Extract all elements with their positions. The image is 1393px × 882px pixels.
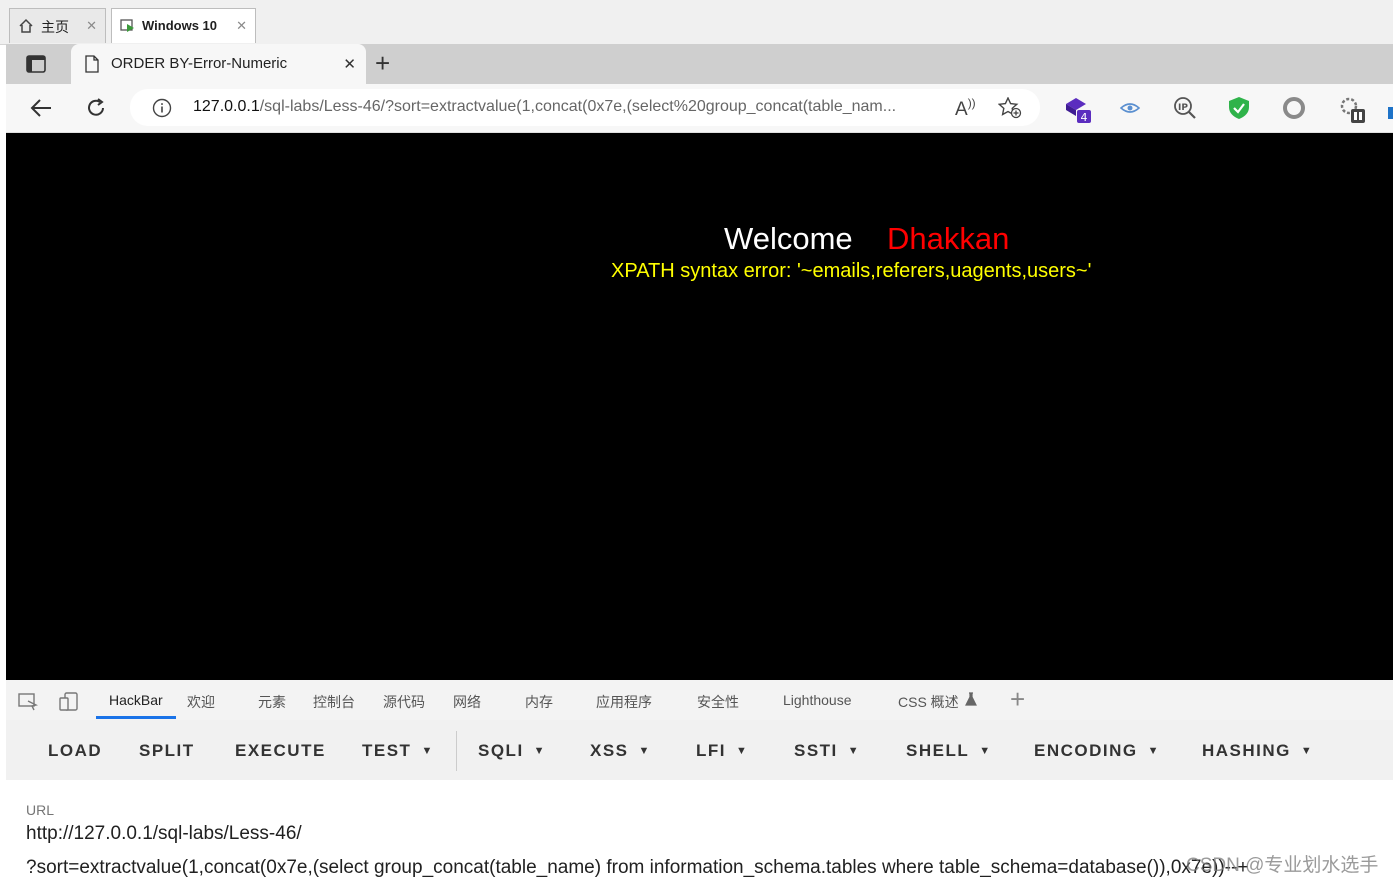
lfi-dropdown-label: LFI xyxy=(696,741,726,760)
caret-down-icon: ▼ xyxy=(979,745,992,757)
vm-tab-label: 主页 xyxy=(41,19,69,35)
eye-extension-icon[interactable] xyxy=(1120,100,1140,116)
vm-tab-label: Windows 10 xyxy=(142,18,218,33)
xss-dropdown[interactable]: XSS ▼ xyxy=(590,741,651,761)
browser-tab-bar: ORDER BY-Error-Numeric ✕ + xyxy=(6,44,1393,84)
url-text[interactable]: 127.0.0.1/sql-labs/Less-46/?sort=extract… xyxy=(193,98,896,116)
vm-tab-strip: 主页 ✕ Windows 10 ✕ xyxy=(0,0,1393,45)
address-bar[interactable]: 127.0.0.1/sql-labs/Less-46/?sort=extract… xyxy=(130,89,1040,126)
sqli-dropdown-label: SQLI xyxy=(478,741,524,760)
device-emulation-icon[interactable] xyxy=(59,692,79,712)
xss-dropdown-label: XSS xyxy=(590,741,629,760)
url-path: /sql-labs/Less-46/?sort=extractvalue(1,c… xyxy=(259,98,897,115)
favorite-add-icon[interactable] xyxy=(998,97,1022,119)
devtools-tab-elements[interactable]: 元素 xyxy=(258,692,286,712)
shell-dropdown-label: SHELL xyxy=(906,741,970,760)
extension-gear-icon[interactable] xyxy=(1339,96,1367,124)
split-button[interactable]: SPLIT xyxy=(139,741,195,761)
sqli-dropdown[interactable]: SQLI ▼ xyxy=(478,741,546,761)
new-tab-button[interactable]: + xyxy=(375,48,390,78)
caret-down-icon: ▼ xyxy=(638,745,651,757)
hashing-dropdown-label: HASHING xyxy=(1202,741,1291,760)
circle-extension-icon[interactable] xyxy=(1283,97,1305,119)
active-tab-indicator xyxy=(96,716,176,719)
page-icon xyxy=(85,55,99,73)
ip-label: IP xyxy=(1178,103,1188,113)
close-icon[interactable]: ✕ xyxy=(86,18,97,34)
flask-icon xyxy=(965,692,977,706)
add-tab-button[interactable]: + xyxy=(1010,684,1025,715)
devtools-tab-bar: HackBar 欢迎 元素 控制台 源代码 网络 内存 应用程序 安全性 Lig… xyxy=(6,680,1393,721)
toolbar-divider xyxy=(456,731,457,771)
watermark: CSDN @专业划水选手 xyxy=(1186,855,1379,876)
devtools-tab-lighthouse[interactable]: Lighthouse xyxy=(783,692,852,708)
devtools-tab-css-overview[interactable]: CSS 概述 xyxy=(898,692,959,712)
read-aloud-icon[interactable]: A)) xyxy=(955,96,976,121)
tab-title: ORDER BY-Error-Numeric xyxy=(111,55,288,72)
vm-icon xyxy=(120,19,134,32)
tab-order-by-error-numeric[interactable]: ORDER BY-Error-Numeric ✕ xyxy=(71,44,366,84)
vm-tab-windows10[interactable]: Windows 10 ✕ xyxy=(111,8,256,43)
devtools-tab-hackbar[interactable]: HackBar xyxy=(109,692,163,708)
shell-dropdown[interactable]: SHELL ▼ xyxy=(906,741,992,761)
devtools-tab-memory[interactable]: 内存 xyxy=(525,692,553,712)
encoding-dropdown[interactable]: ENCODING ▼ xyxy=(1034,741,1160,761)
back-arrow-icon[interactable] xyxy=(30,98,52,118)
caret-down-icon: ▼ xyxy=(533,745,547,757)
url-host: 127.0.0.1 xyxy=(193,98,260,115)
ssti-dropdown-label: SSTI xyxy=(794,741,838,760)
extension-badge: 4 xyxy=(1081,111,1088,124)
encoding-dropdown-label: ENCODING xyxy=(1034,741,1138,760)
page-content: Welcome Dhakkan XPATH syntax error: '~em… xyxy=(6,133,1393,680)
caret-down-icon: ▼ xyxy=(736,745,749,757)
address-row: 127.0.0.1/sql-labs/Less-46/?sort=extract… xyxy=(6,84,1393,133)
info-icon[interactable] xyxy=(152,98,172,118)
ssti-dropdown[interactable]: SSTI ▼ xyxy=(794,741,860,761)
hackbar-toolbar: LOAD SPLIT EXECUTE TEST ▼ SQLI ▼ XSS ▼ LFI ▼… xyxy=(6,720,1393,780)
close-icon[interactable]: ✕ xyxy=(236,18,247,34)
shield-check-icon[interactable] xyxy=(1228,96,1250,120)
inspect-element-icon[interactable] xyxy=(18,693,38,711)
caret-down-icon: ▼ xyxy=(847,745,861,757)
devtools-tab-sources[interactable]: 源代码 xyxy=(383,692,425,712)
hackbar-body: URL http://127.0.0.1/sql-labs/Less-46/ ?… xyxy=(6,780,1393,882)
ip-lookup-icon[interactable]: IP xyxy=(1173,96,1197,120)
caret-down-icon: ▼ xyxy=(1147,745,1161,757)
devtools-tab-console[interactable]: 控制台 xyxy=(313,692,355,712)
close-icon[interactable]: ✕ xyxy=(343,55,356,73)
caret-down-icon: ▼ xyxy=(421,745,434,757)
url-textarea-line1: http://127.0.0.1/sql-labs/Less-46/ xyxy=(26,823,302,844)
url-field-label: URL xyxy=(26,802,55,818)
vm-tab-home[interactable]: 主页 ✕ xyxy=(9,8,106,43)
extension-edge-icon[interactable] xyxy=(1388,107,1393,119)
error-message: XPATH syntax error: '~emails,referers,ua… xyxy=(611,260,1092,282)
url-textarea-line2: ?sort=extractvalue(1,concat(0x7e,(select… xyxy=(26,857,1249,878)
url-textarea[interactable]: http://127.0.0.1/sql-labs/Less-46/ ?sort… xyxy=(26,822,1386,882)
extension-purple-icon[interactable]: 4 xyxy=(1063,94,1093,124)
user-name-text: Dhakkan xyxy=(887,221,1010,256)
lfi-dropdown[interactable]: LFI ▼ xyxy=(696,741,748,761)
test-dropdown[interactable]: TEST ▼ xyxy=(362,741,434,761)
home-icon xyxy=(19,18,33,33)
load-button[interactable]: LOAD xyxy=(48,741,102,761)
welcome-text: Welcome xyxy=(724,221,853,256)
test-dropdown-label: TEST xyxy=(362,741,412,760)
tab-actions-icon[interactable] xyxy=(26,55,46,73)
execute-button[interactable]: EXECUTE xyxy=(235,741,326,761)
devtools-tab-application[interactable]: 应用程序 xyxy=(596,692,652,712)
devtools-tab-welcome[interactable]: 欢迎 xyxy=(187,692,215,712)
refresh-icon[interactable] xyxy=(85,97,107,119)
devtools-tab-security[interactable]: 安全性 xyxy=(697,692,739,712)
caret-down-icon: ▼ xyxy=(1300,745,1314,757)
hashing-dropdown[interactable]: HASHING ▼ xyxy=(1202,741,1313,761)
devtools-tab-network[interactable]: 网络 xyxy=(453,692,481,712)
